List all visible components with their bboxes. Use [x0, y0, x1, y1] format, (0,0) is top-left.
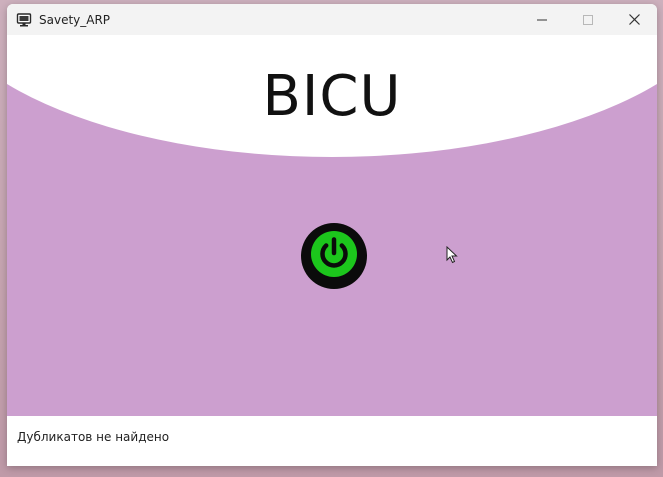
close-button[interactable]: [611, 4, 657, 35]
maximize-icon: [583, 10, 593, 29]
window-title: Savety_ARP: [39, 12, 111, 27]
app-window: Savety_ARP BICU Дубликатов не найдено: [7, 4, 657, 466]
status-bar: Дубликатов не найдено: [7, 416, 657, 466]
main-panel: BICU: [7, 35, 657, 416]
maximize-button[interactable]: [565, 4, 611, 35]
window-controls: [519, 4, 657, 35]
monitor-icon: [15, 11, 33, 29]
minimize-button[interactable]: [519, 4, 565, 35]
minimize-icon: [537, 10, 547, 29]
power-icon: [309, 229, 359, 283]
status-message: Дубликатов не найдено: [17, 430, 170, 444]
power-button[interactable]: [301, 223, 367, 289]
page-title: BICU: [262, 64, 402, 129]
title-bar[interactable]: Savety_ARP: [7, 4, 657, 35]
close-icon: [628, 10, 640, 29]
mouse-cursor-icon: [446, 245, 458, 264]
